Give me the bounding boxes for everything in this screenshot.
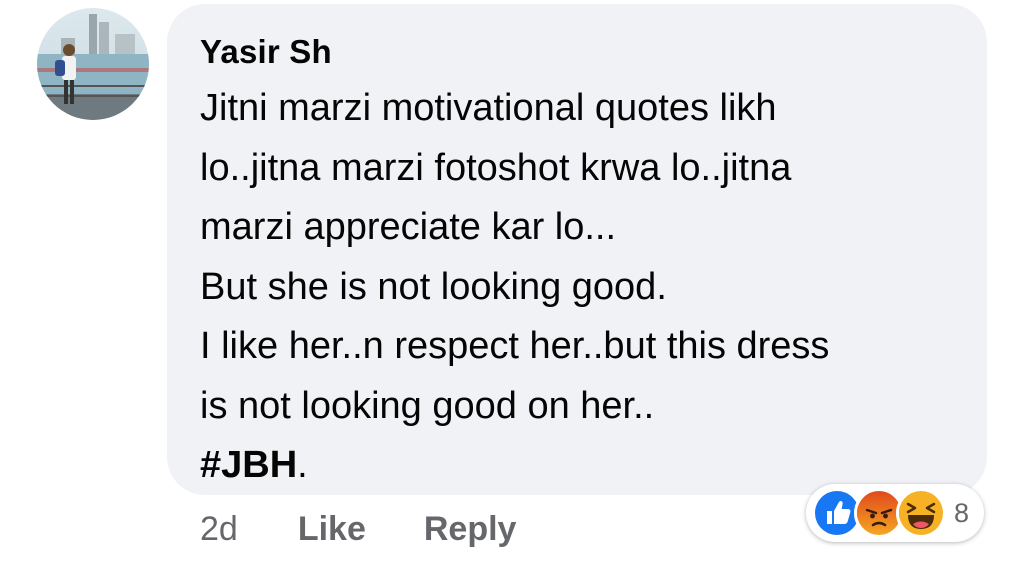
reply-button[interactable]: Reply [424,510,517,549]
comment-actions: 2d Like Reply [200,505,516,553]
comment-author[interactable]: Yasir Sh [200,28,957,76]
haha-icon [896,488,946,538]
hashtag-link[interactable]: #JBH [200,444,297,486]
comment-line: lo..jitna marzi fotoshot krwa lo..jitna [200,146,792,189]
avatar[interactable] [37,8,149,120]
comment-line: marzi appreciate kar lo... [200,206,617,248]
comment-line: is not looking good on her.. [200,384,655,427]
comment-body: Jitni marzi motivational quotes likh lo.… [200,79,957,496]
hashtag-suffix: . [297,444,308,486]
comment-line: I like her..n respect her..but this dres… [200,325,830,367]
reactions-summary[interactable]: 8 [806,484,984,542]
comment-line: But she is not looking good. [200,265,667,308]
comment-line: Jitni marzi motivational quotes likh [200,87,777,129]
timestamp[interactable]: 2d [200,510,238,549]
comment-thread: Yasir Sh Jitni marzi motivational quotes… [0,0,1024,569]
like-button[interactable]: Like [298,510,366,549]
reaction-count: 8 [954,497,970,528]
comment-bubble: Yasir Sh Jitni marzi motivational quotes… [167,4,987,495]
avatar-photo [37,8,149,120]
